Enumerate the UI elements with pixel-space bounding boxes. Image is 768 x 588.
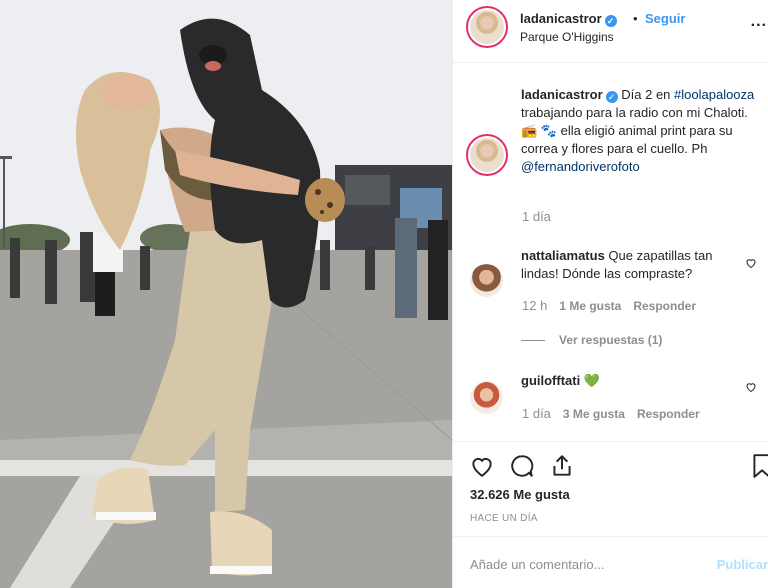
- verified-icon: ✓: [605, 91, 618, 103]
- caption-time[interactable]: 1 día: [522, 209, 551, 224]
- comment-icon[interactable]: [509, 453, 535, 479]
- caption-avatar[interactable]: [466, 134, 508, 176]
- caption-mention[interactable]: @fernandoriverofoto: [521, 159, 640, 174]
- more-icon[interactable]: ...: [751, 13, 767, 31]
- author-username-text[interactable]: ladanicastror: [520, 11, 602, 26]
- divider: [453, 536, 768, 537]
- caption-meta: 1 día: [522, 209, 551, 224]
- heart-icon[interactable]: [745, 381, 757, 393]
- publish-button[interactable]: Publicar: [717, 557, 768, 572]
- caption-username[interactable]: ladanicastror: [521, 87, 603, 102]
- commenter-avatar[interactable]: [470, 264, 503, 297]
- avatar-image: [470, 10, 504, 44]
- caption-text-1: Día 2 en: [617, 87, 675, 102]
- post-caption: ladanicastror ✓ Día 2 en #loolapalooza tr…: [521, 86, 759, 176]
- comment-input[interactable]: Añade un comentario...: [470, 557, 604, 572]
- author-username[interactable]: ladanicastror ✓: [520, 11, 617, 27]
- comment-meta: 12 h 1 Me gusta Responder: [522, 298, 696, 313]
- comment-time[interactable]: 1 día: [522, 406, 551, 421]
- post-location[interactable]: Parque O'Higgins: [520, 30, 614, 44]
- likes-count[interactable]: 32.626 Me gusta: [470, 487, 570, 502]
- heart-icon[interactable]: [469, 453, 495, 479]
- author-avatar[interactable]: [466, 6, 508, 48]
- comment-likes[interactable]: 1 Me gusta: [559, 299, 621, 313]
- comment-time[interactable]: 12 h: [522, 298, 547, 313]
- view-replies-button[interactable]: Ver respuestas (1): [521, 333, 662, 347]
- comment-username[interactable]: nattaliamatus: [521, 248, 605, 263]
- divider: [453, 441, 768, 442]
- reply-button[interactable]: Responder: [637, 407, 700, 421]
- caption-hashtag[interactable]: #loolapalooza: [674, 87, 754, 102]
- avatar-image: [470, 264, 503, 297]
- follow-button[interactable]: Seguir: [645, 11, 685, 26]
- comment-item: nattaliamatus Que zapatillas tan lindas!…: [521, 247, 741, 283]
- caption-text-2: trabajando para la radio con mi Chaloti.…: [521, 105, 748, 156]
- heart-icon[interactable]: [745, 257, 757, 269]
- comment-text: 💚: [580, 373, 601, 388]
- avatar-image: [470, 381, 503, 414]
- reply-button[interactable]: Responder: [633, 299, 696, 313]
- photo-scene: [0, 0, 452, 588]
- post-photo[interactable]: [0, 0, 452, 588]
- comment-likes[interactable]: 3 Me gusta: [563, 407, 625, 421]
- posted-time[interactable]: HACE UN DÍA: [470, 513, 538, 524]
- commenter-avatar[interactable]: [470, 381, 503, 414]
- verified-icon: ✓: [604, 15, 617, 27]
- bookmark-icon[interactable]: [751, 453, 768, 479]
- header-separator: •: [633, 11, 638, 26]
- replies-line: [521, 340, 545, 342]
- post-header: ladanicastror ✓ • Seguir Parque O'Higgins…: [453, 0, 768, 63]
- view-replies-label[interactable]: Ver respuestas (1): [559, 333, 662, 347]
- share-icon[interactable]: [549, 453, 575, 479]
- avatar-image: [470, 138, 504, 172]
- comment-username[interactable]: guilofftati: [521, 373, 580, 388]
- action-bar: [469, 453, 768, 481]
- comment-item: guilofftati 💚: [521, 372, 741, 390]
- comment-meta: 1 día 3 Me gusta Responder: [522, 406, 700, 421]
- post-details-panel: ladanicastror ✓ • Seguir Parque O'Higgins…: [452, 0, 768, 588]
